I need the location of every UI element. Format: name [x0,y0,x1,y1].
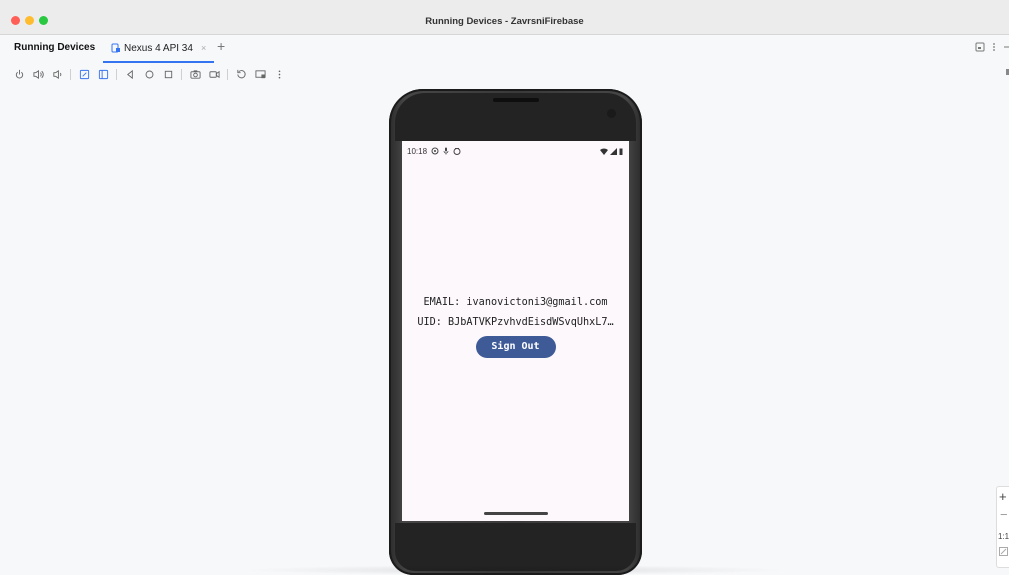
status-time: 10:18 [407,146,428,156]
status-bar: 10:18 [407,146,623,156]
wifi-icon [600,147,608,155]
uid-text: UID: BJbATVKPzvhvdEisdWSvqUhxL7… [417,317,614,328]
sign-out-button[interactable]: Sign Out [475,336,556,358]
rotate-right-icon[interactable] [97,68,109,80]
zoom-out-button[interactable]: − [1000,507,1008,522]
device-toolbar [13,67,285,81]
power-icon[interactable] [13,68,25,80]
tab-bar-actions [975,42,1009,52]
screen-record-icon[interactable] [208,68,220,80]
minimize-icon[interactable] [1003,42,1009,52]
front-camera [607,109,616,118]
zoom-controls: + − 1:1 [996,486,1009,568]
notification-icon [453,148,461,155]
home-icon[interactable] [143,68,155,80]
window-title: Running Devices - ZavrsniFirebase [425,16,584,27]
more-icon[interactable] [991,42,997,52]
toolbar-divider [116,68,117,80]
snapshot-icon[interactable] [235,68,247,80]
panel-title: Running Devices [14,42,96,53]
rotate-left-icon[interactable] [78,68,90,80]
volume-up-icon[interactable] [32,68,44,80]
actual-size-button[interactable]: 1:1 [998,532,1009,541]
zoom-in-button[interactable]: + [999,489,1007,504]
more-icon[interactable] [273,68,285,80]
settings-icon[interactable] [1005,67,1009,79]
back-icon[interactable] [124,68,136,80]
phone-top-bezel [395,93,636,141]
speaker-grille [493,98,539,102]
user-info: EMAIL: ivanovictoni3@gmail.com UID: BJbA… [402,293,629,358]
add-device-tab-button[interactable]: + [217,38,225,54]
gesture-nav-bar[interactable] [484,512,548,515]
phone-bottom-bezel [395,523,636,571]
tab-nexus-4[interactable]: Nexus 4 API 34 × [103,35,214,63]
battery-icon [619,148,623,155]
mic-icon [443,147,449,155]
status-right-icons [600,147,623,155]
fit-screen-icon[interactable] [999,547,1008,558]
toolbar-divider [181,68,182,80]
toolbar-divider [70,68,71,80]
device-tab-label: Nexus 4 API 34 [124,42,193,54]
email-text: EMAIL: ivanovictoni3@gmail.com [423,297,608,308]
screenshot-icon[interactable] [189,68,201,80]
settings-icon [431,147,439,155]
signal-icon [610,147,617,155]
tab-bar: Running Devices Nexus 4 API 34 × + [0,35,1009,63]
volume-down-icon[interactable] [51,68,63,80]
device-frame: 10:18 EMAIL: ivanovictoni3@gmail.com UID… [389,89,642,575]
window-icon[interactable] [975,42,985,52]
title-bar: Running Devices - ZavrsniFirebase [0,0,1009,35]
extended-controls-icon[interactable] [254,68,266,80]
device-shadow [240,565,790,575]
overview-icon[interactable] [162,68,174,80]
toolbar-divider [227,68,228,80]
device-screen[interactable]: 10:18 EMAIL: ivanovictoni3@gmail.com UID… [402,141,629,521]
close-tab-icon[interactable]: × [201,43,206,53]
device-icon [111,43,120,53]
